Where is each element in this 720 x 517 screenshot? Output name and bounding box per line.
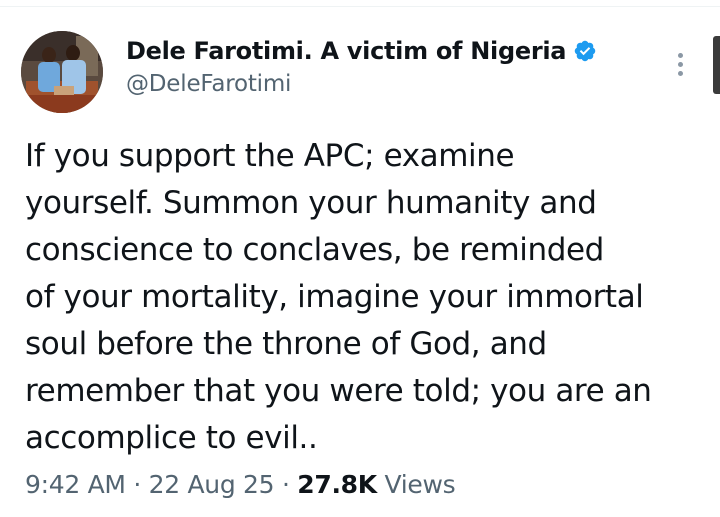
tweet-header: Dele Farotimi. A victim of Nigeria @Dele… <box>126 34 666 97</box>
more-dot <box>677 70 683 76</box>
tweet-text-line: remember that you were told; you are an <box>25 373 652 409</box>
tweet-text-line: soul before the throne of God, and <box>25 326 547 362</box>
tweet-text-line: yourself. Summon your humanity and <box>25 185 597 221</box>
name-row: Dele Farotimi. A victim of Nigeria <box>126 34 666 68</box>
views-label: Views <box>384 470 456 499</box>
top-divider <box>0 6 720 7</box>
tweet-meta: 9:42 AM · 22 Aug 25 · 27.8K Views <box>25 470 456 499</box>
more-dot <box>677 52 683 58</box>
views-count[interactable]: 27.8K <box>297 470 377 499</box>
avatar-photo <box>21 31 103 113</box>
avatar[interactable] <box>21 31 103 113</box>
tweet-text-line: conscience to conclaves, be reminded <box>25 232 604 268</box>
more-vertical-icon[interactable] <box>666 48 694 80</box>
tweet-text: If you support the APC; examine yourself… <box>25 133 705 462</box>
tweet-text-line: of your mortality, imagine your immortal <box>25 279 644 315</box>
tweet-time[interactable]: 9:42 AM <box>25 470 126 499</box>
author-display-name[interactable]: Dele Farotimi. A victim of Nigeria <box>126 37 566 65</box>
verified-badge-icon[interactable] <box>573 39 597 63</box>
tweet-text-line: If you support the APC; examine <box>25 138 515 174</box>
author-handle[interactable]: @DeleFarotimi <box>126 71 666 97</box>
meta-separator: · <box>133 470 141 499</box>
tweet-text-line: accomplice to evil.. <box>25 420 318 456</box>
tweet-date[interactable]: 22 Aug 25 <box>149 470 275 499</box>
more-dot <box>677 61 683 67</box>
scrollbar[interactable] <box>713 36 720 94</box>
meta-separator: · <box>281 470 290 499</box>
